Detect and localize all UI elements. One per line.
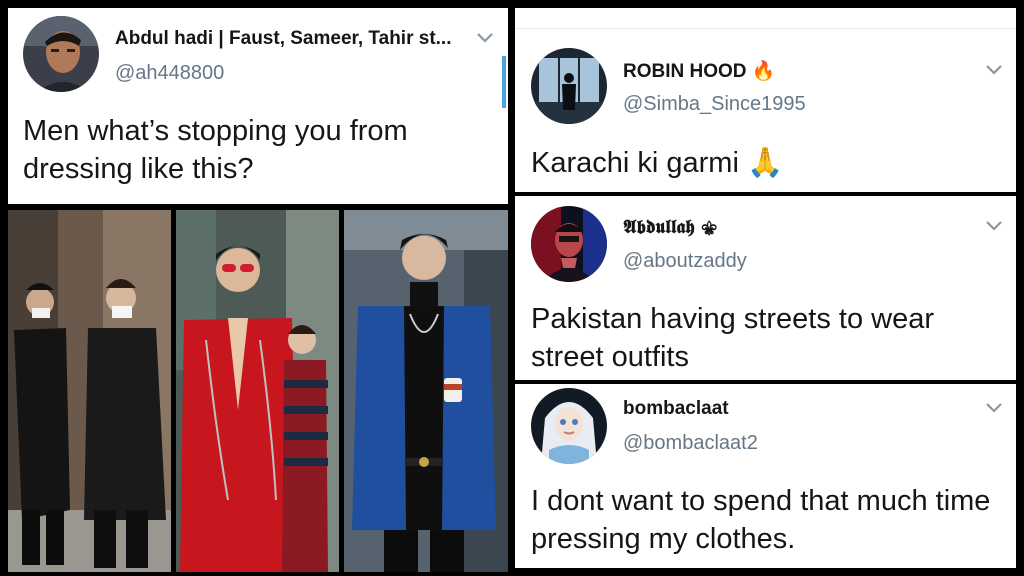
elsa-avatar[interactable] [531,388,607,464]
tweet-author-name[interactable]: ROBIN HOOD 🔥 [623,59,775,83]
tweet-card-bombaclaat[interactable]: bombaclaat @bombaclaat2 I dont want to s… [515,384,1016,568]
blue-blazer-photo[interactable] [344,210,508,572]
tweet-author-handle[interactable]: @Simba_Since1995 [623,93,806,116]
silhouette-window-avatar[interactable] [531,48,607,124]
tweet-top-divider [515,28,1016,29]
red-lit-man-avatar[interactable] [531,206,607,282]
tweet-author-name[interactable]: Abdul hadi | Faust, Sameer, Tahir st... [115,28,451,50]
tweet-text: Men what’s stopping you from dressing li… [23,115,408,185]
scroll-indicator [502,56,506,108]
tweet-text: I dont want to spend that much time pres… [531,485,991,555]
chevron-down-icon[interactable] [985,402,1003,414]
tweet-author-name[interactable]: 𝕬𝖇𝖉𝖚𝖑𝖑𝖆𝖍 ⚜ [623,216,717,238]
tweet-author-handle[interactable]: @ah448800 [115,62,224,85]
chevron-down-icon[interactable] [985,220,1003,232]
black-outfit-photo[interactable] [8,210,171,572]
man-portrait-avatar[interactable] [23,16,99,92]
tweet-text: Pakistan having streets to wear street o… [531,303,934,373]
tweet-author-handle[interactable]: @bombaclaat2 [623,432,758,455]
tweet-card-abdullah[interactable]: 𝕬𝖇𝖉𝖚𝖑𝖑𝖆𝖍 ⚜ @aboutzaddy Pakistan having s… [515,196,1016,380]
tweet-author-name[interactable]: bombaclaat [623,398,729,420]
tweet-text: Karachi ki garmi 🙏 [531,147,784,179]
tweet-photo-grid[interactable] [8,210,508,572]
tweet-card-robin-hood[interactable]: ROBIN HOOD 🔥 @Simba_Since1995 Karachi ki… [515,8,1016,192]
chevron-down-icon[interactable] [985,64,1003,76]
tweet-card-abdul-hadi[interactable]: Abdul hadi | Faust, Sameer, Tahir st... … [8,8,508,204]
tweet-author-handle[interactable]: @aboutzaddy [623,250,747,273]
red-outfit-photo[interactable] [176,210,339,572]
chevron-down-icon[interactable] [476,32,494,44]
